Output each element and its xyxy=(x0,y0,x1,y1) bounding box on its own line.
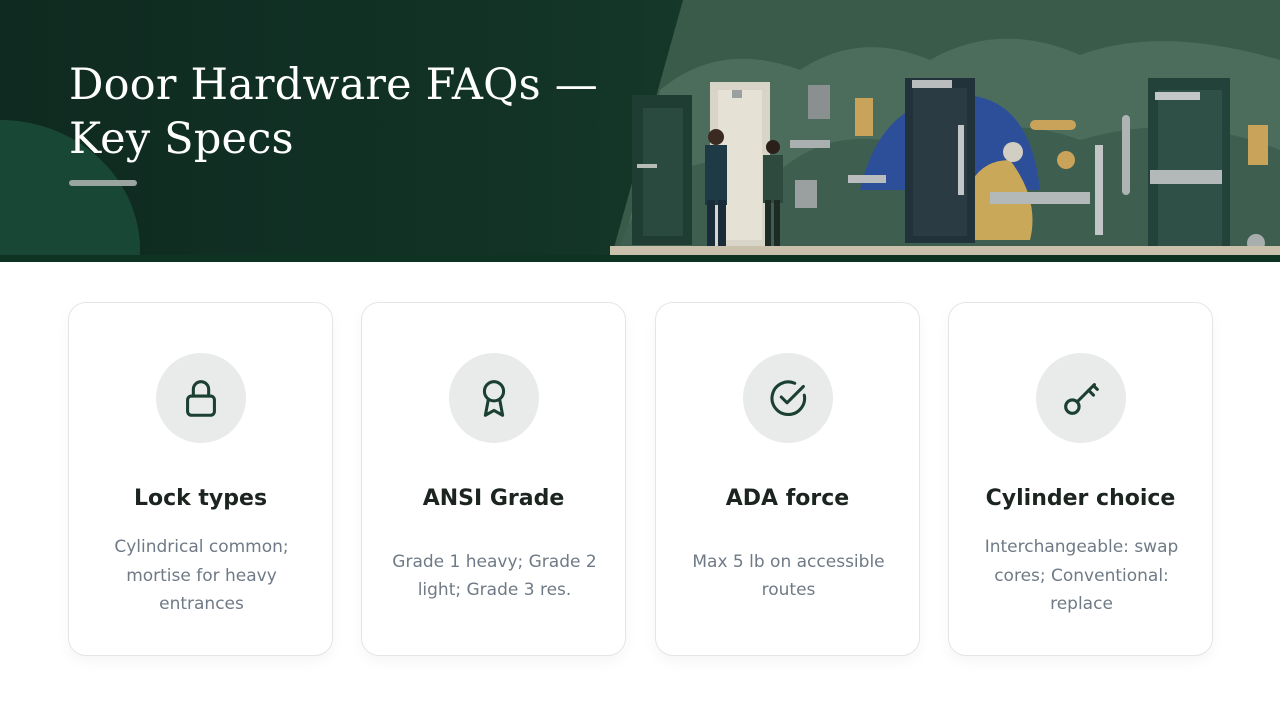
icon-badge xyxy=(449,353,539,443)
icon-badge xyxy=(1036,353,1126,443)
faq-card-cylinder-choice: Cylinder choice Interchangeable: swap co… xyxy=(948,302,1213,656)
header-bottom-strip xyxy=(0,255,1280,262)
page-title-line2: Key Specs xyxy=(69,114,294,164)
key-icon xyxy=(1064,383,1099,415)
card-description: Interchangeable: swap cores; Conventiona… xyxy=(984,537,1179,615)
icon-badge xyxy=(743,353,833,443)
icon-badge xyxy=(156,353,246,443)
card-title: Cylinder choice xyxy=(985,486,1176,511)
faq-card-ansi-grade: ANSI Grade Grade 1 heavy; Grade 2 light;… xyxy=(361,302,626,656)
card-description: Max 5 lb on accessible routes xyxy=(692,551,885,601)
lock-icon xyxy=(186,380,216,417)
faq-card-lock-types: Lock types Cylindrical common; mortise f… xyxy=(68,302,333,656)
award-ribbon-icon xyxy=(482,380,506,417)
faq-card-grid: Lock types Cylindrical common; mortise f… xyxy=(68,302,1213,656)
card-title: ANSI Grade xyxy=(422,486,565,511)
page-title-line1: Door Hardware FAQs — xyxy=(69,60,598,110)
card-title: ADA force xyxy=(725,486,850,511)
faq-card-ada-force: ADA force Max 5 lb on accessible routes xyxy=(655,302,920,656)
check-circle-icon xyxy=(770,380,807,416)
card-description: Grade 1 heavy; Grade 2 light; Grade 3 re… xyxy=(392,551,597,601)
card-description: Cylindrical common; mortise for heavy en… xyxy=(114,537,289,615)
header-banner: Door Hardware FAQs — Key Specs xyxy=(0,0,1280,262)
page-title: Door Hardware FAQs — Key Specs xyxy=(69,58,629,166)
card-title: Lock types xyxy=(133,486,268,511)
title-accent-bar xyxy=(69,180,137,186)
